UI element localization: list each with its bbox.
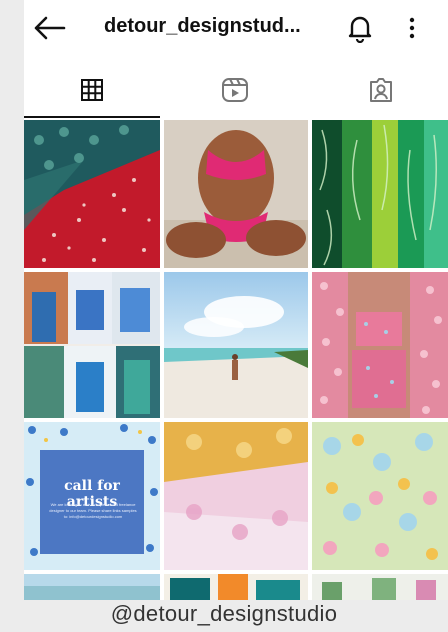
- post-call-for-artists[interactable]: call for artists We are looking to add a…: [24, 422, 160, 570]
- reels-icon: [222, 78, 248, 102]
- profile-tabs: [24, 62, 448, 118]
- top-bar: detour_designstud...: [24, 0, 448, 56]
- tab-reels[interactable]: [170, 62, 300, 118]
- call-for-artists-body: We are looking to add an experienced fre…: [49, 502, 137, 519]
- post-pink-bikini[interactable]: [164, 120, 308, 268]
- posts-grid: call for artists We are looking to add a…: [24, 120, 448, 600]
- post-blue-fashion-collage[interactable]: [24, 272, 160, 418]
- bell-icon[interactable]: [346, 13, 374, 43]
- profile-username: detour_designstud...: [104, 15, 301, 37]
- screenshot-frame: detour_designstud... call for artists We…: [0, 0, 448, 632]
- active-tab-indicator: [24, 116, 160, 118]
- post-pastel-floral-fabric[interactable]: [312, 422, 448, 570]
- post-partial-middle[interactable]: [164, 574, 308, 600]
- arrow-left-icon[interactable]: [32, 12, 68, 44]
- tab-posts-grid[interactable]: [24, 62, 160, 118]
- tagged-icon: [370, 78, 392, 102]
- post-beach-walk[interactable]: [164, 272, 308, 418]
- tab-tagged[interactable]: [314, 62, 448, 118]
- post-partial-right[interactable]: [312, 574, 448, 600]
- post-yellow-pink-fabric[interactable]: [164, 422, 308, 570]
- account-handle-caption: @detour_designstudio: [110, 601, 338, 626]
- post-red-floral-fabric[interactable]: [24, 120, 160, 268]
- post-green-leaf-prints[interactable]: [312, 120, 448, 268]
- post-pink-floral-set[interactable]: [312, 272, 448, 418]
- grid-icon: [81, 79, 103, 101]
- profile-screen: detour_designstud... call for artists We…: [24, 0, 448, 600]
- post-partial-left[interactable]: [24, 574, 160, 600]
- more-vertical-icon[interactable]: [402, 14, 422, 42]
